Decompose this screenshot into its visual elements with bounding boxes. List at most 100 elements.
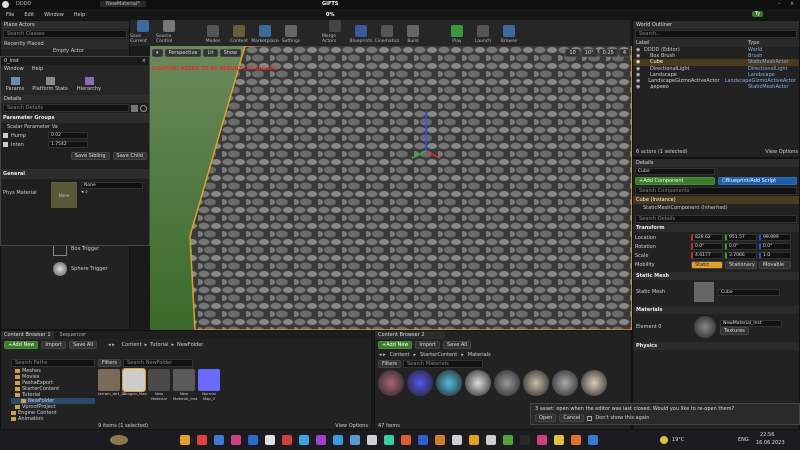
material-thumb[interactable] — [694, 316, 716, 338]
search-components[interactable]: Search Components — [635, 187, 797, 195]
snap-rot-button[interactable]: 10° — [580, 49, 598, 57]
toolbar-button-7[interactable]: Blueprints — [348, 20, 374, 46]
checkbox-icon[interactable] — [3, 133, 8, 138]
save-sibling-button[interactable]: Save Sibling — [70, 152, 110, 160]
taskbar-app-icon[interactable] — [231, 435, 241, 445]
taskbar-app-icon[interactable] — [282, 435, 292, 445]
save-child-button[interactable]: Save Child — [112, 152, 147, 160]
label-column[interactable]: Label — [636, 40, 748, 46]
mi-search-details[interactable]: Search Details — [3, 104, 129, 112]
taskbar-app-icon[interactable] — [469, 435, 479, 445]
close-button[interactable]: × — [790, 1, 794, 7]
static-mesh-select[interactable]: Cube — [718, 288, 780, 296]
component-cube-instance[interactable]: Cube (Instance) — [633, 196, 799, 204]
materials-header[interactable]: Materials — [633, 306, 799, 314]
tab-dddd[interactable]: DDDD — [16, 1, 31, 7]
tab-newmaterial[interactable]: NewMaterial* — [100, 1, 146, 7]
outliner-search[interactable]: Search... — [635, 30, 797, 38]
transform-scale-field-2[interactable]: 1.0 — [759, 252, 791, 259]
taskbar-app-icon[interactable] — [248, 435, 258, 445]
taskbar-app-icon[interactable] — [214, 435, 224, 445]
param-inten-field[interactable]: 1.7542 — [48, 141, 88, 148]
cb2-search[interactable]: Search Materials — [403, 360, 483, 368]
hierarchy-button[interactable]: Hierarchy — [74, 76, 104, 92]
type-column[interactable]: Type — [748, 40, 759, 46]
cb2-filters-button[interactable]: Filters — [378, 360, 401, 368]
transform-loc-field-2[interactable]: 99.999 — [759, 234, 791, 241]
cb1-search-folder[interactable]: Search NewFolder — [123, 359, 193, 367]
cb2-asset-tile[interactable] — [378, 370, 404, 396]
user-badge[interactable]: Ty — [752, 11, 764, 17]
cb2-asset-tile[interactable] — [436, 370, 462, 396]
empty-actor-item[interactable]: Empty Actor — [53, 48, 84, 54]
toolbar-button-2[interactable]: Modes — [200, 20, 226, 46]
cancel-button[interactable]: Cancel — [559, 414, 585, 422]
cb2-crumb-2[interactable]: Materials — [468, 352, 491, 358]
eye-icon[interactable] — [140, 104, 147, 112]
phys-material-thumb[interactable]: None — [51, 182, 77, 208]
taskbar-app-icon[interactable] — [197, 435, 207, 445]
transform-rot-field-1[interactable]: 0.0° — [725, 243, 757, 250]
transform-loc-field-0[interactable]: 828.62 — [691, 234, 723, 241]
cb1-crumb-1[interactable]: Tutorial — [150, 342, 168, 348]
cb1-asset-tile[interactable]: New Material — [148, 369, 170, 401]
cb2-asset-tile[interactable] — [465, 370, 491, 396]
taskbar-app-icon[interactable] — [520, 435, 530, 445]
sphere-trigger-item[interactable]: Sphere Trigger — [53, 259, 129, 279]
taskbar-app-icon[interactable] — [554, 435, 564, 445]
cb2-add-new-button[interactable]: + Add New — [378, 341, 413, 349]
details-tab[interactable]: Details — [633, 159, 799, 167]
back-arrow-icon[interactable]: ◂ ▸ — [379, 352, 386, 358]
dont-show-checkbox[interactable] — [587, 415, 593, 421]
language-indicator[interactable]: ENG — [738, 437, 749, 443]
perspective-button[interactable]: Perspective — [164, 49, 202, 57]
scalar-params-header[interactable]: Scalar Parameter Va — [1, 123, 149, 131]
actor-name-field[interactable]: Cube — [635, 168, 715, 175]
cb1-asset-tile[interactable]: terrain_dirt_14 — [98, 369, 126, 396]
blueprint-script-button[interactable]: ⬡ Blueprint/Add Script — [717, 177, 797, 185]
toolbar-button-11[interactable]: Launch — [470, 20, 496, 46]
snap-scale-button[interactable]: 0.25 — [598, 49, 618, 57]
cb2-asset-tile[interactable] — [552, 370, 578, 396]
menu-window[interactable]: Window — [44, 12, 64, 18]
cb1-asset-tile[interactable]: New Material_Inst — [173, 369, 197, 401]
taskbar-app-icon[interactable] — [299, 435, 309, 445]
cb2-asset-tile[interactable] — [494, 370, 520, 396]
toolbar-button-8[interactable]: Cinematics — [374, 20, 400, 46]
taskbar-app-icon[interactable] — [401, 435, 411, 445]
static-mesh-thumb[interactable] — [694, 282, 714, 302]
taskbar-app-icon[interactable] — [571, 435, 581, 445]
transform-scale-field-0[interactable]: 4.6177 — [691, 252, 723, 259]
taskbar-app-icon[interactable] — [486, 435, 496, 445]
general-header[interactable]: General — [1, 169, 149, 179]
lit-button[interactable]: Lit — [203, 49, 218, 57]
cam-speed-button[interactable]: 4 — [618, 49, 630, 57]
menu-icon[interactable]: ▾ — [152, 49, 163, 57]
mobility-option-1[interactable]: Stationary — [725, 260, 757, 269]
cb1-filters-button[interactable]: Filters — [98, 359, 121, 367]
param-hump-field[interactable]: 0.02 — [48, 132, 88, 139]
show-button[interactable]: Show — [219, 49, 242, 57]
mi-menu-help[interactable]: Help — [32, 66, 43, 72]
grid-icon[interactable] — [131, 104, 138, 112]
mi-details-tab[interactable]: Details — [1, 95, 149, 103]
toolbar-button-6[interactable]: Merge Actors — [322, 20, 348, 46]
taskbar-app-icon[interactable] — [333, 435, 343, 445]
cb2-save-all-button[interactable]: Save All — [443, 341, 472, 349]
cb1-tab[interactable]: Content Browser 1 — [1, 331, 54, 339]
mobility-option-2[interactable]: Movable — [759, 260, 791, 269]
menu-help[interactable]: Help — [74, 12, 85, 18]
toolbar-button-9[interactable]: Build — [400, 20, 426, 46]
taskbar-app-icon[interactable] — [265, 435, 275, 445]
transform-scale-field-1[interactable]: 3.7066 — [725, 252, 757, 259]
add-component-button[interactable]: + Add Component — [635, 177, 715, 185]
snap-grid-button[interactable]: 10 — [565, 49, 580, 57]
cb2-tab[interactable]: Content Browser 2 — [375, 331, 445, 339]
mi-menu-window[interactable]: Window — [4, 66, 24, 72]
params-button[interactable]: Params — [4, 76, 26, 92]
taskbar-app-icon[interactable] — [350, 435, 360, 445]
taskbar-app-icon[interactable] — [588, 435, 598, 445]
search-details[interactable]: Search Details — [635, 215, 797, 223]
component-static-mesh[interactable]: StaticMeshComponent (Inherited) — [633, 204, 799, 212]
sequencer-tab[interactable]: Sequencer — [54, 332, 93, 338]
